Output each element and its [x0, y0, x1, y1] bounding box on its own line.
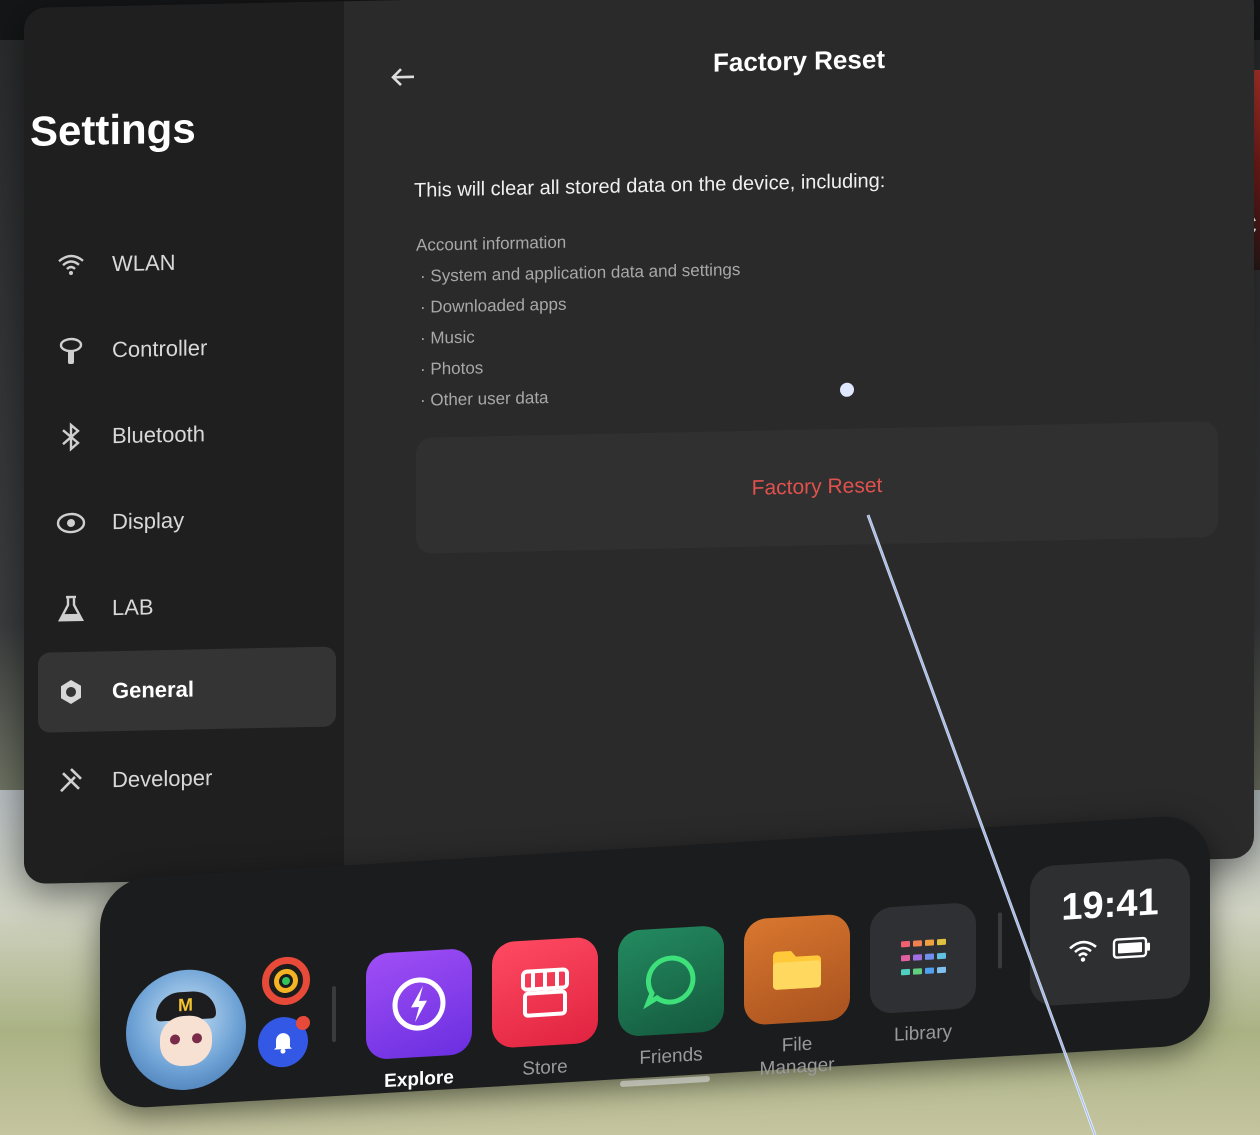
settings-window: Settings WLAN Controller Bluetooth Displ… [24, 0, 1254, 885]
bluetooth-icon [56, 422, 86, 453]
status-icons [1030, 932, 1190, 971]
chat-bubble-icon [618, 924, 724, 1038]
page-title: Factory Reset [713, 43, 885, 78]
dock-app-label: Store [522, 1056, 568, 1080]
avatar[interactable]: M [126, 966, 246, 1094]
sidebar-item-label: WLAN [112, 249, 176, 277]
tools-icon [56, 766, 86, 797]
clock-time: 19:41 [1061, 881, 1159, 929]
sidebar-item-bluetooth[interactable]: Bluetooth [38, 391, 336, 477]
wifi-icon [56, 250, 86, 281]
dock-app-label: Friends [639, 1044, 703, 1069]
pointer-cursor-dot [840, 382, 854, 397]
flask-icon [56, 594, 86, 625]
store-icon [492, 936, 598, 1049]
sidebar-item-label: Controller [112, 335, 208, 363]
avatar-face [160, 1014, 212, 1068]
dock-app-file-manager[interactable]: File Manager [744, 913, 850, 1081]
sidebar: Settings WLAN Controller Bluetooth Displ… [24, 1, 344, 885]
dock-app-label: File Manager [759, 1033, 835, 1080]
sidebar-item-wlan[interactable]: WLAN [38, 219, 336, 305]
dock-app-library[interactable]: Library [870, 901, 976, 1048]
reset-description: This will clear all stored data on the d… [414, 169, 886, 202]
sidebar-item-label: Developer [112, 765, 213, 793]
sidebar-item-display[interactable]: Display [38, 477, 336, 563]
list-item: · Other user data [420, 388, 549, 410]
dock-app-explore[interactable]: Explore [366, 947, 472, 1094]
sidebar-item-label: Bluetooth [112, 421, 205, 449]
sidebar-item-label: LAB [112, 594, 154, 621]
controller-icon [56, 336, 86, 367]
compass-bolt-icon [366, 947, 472, 1061]
dock-app-friends[interactable]: Friends [618, 924, 724, 1071]
sidebar-title: Settings [30, 104, 196, 155]
content-panel: Factory Reset This will clear all stored… [344, 0, 1254, 877]
gear-icon [56, 677, 86, 708]
activity-ring-icon[interactable] [262, 955, 310, 1007]
battery-icon [1112, 935, 1152, 964]
folder-icon [744, 913, 850, 1026]
status-clock-card[interactable]: 19:41 [1030, 857, 1190, 1007]
factory-reset-button[interactable]: Factory Reset [416, 420, 1218, 554]
avatar-badge: M [178, 994, 193, 1016]
sidebar-item-controller[interactable]: Controller [38, 305, 336, 391]
wifi-icon [1068, 938, 1098, 969]
eye-icon [56, 508, 86, 539]
sidebar-item-lab[interactable]: LAB [38, 563, 336, 649]
sidebar-item-label: General [112, 676, 194, 704]
sidebar-item-general[interactable]: General [38, 646, 336, 733]
dock-app-label: Library [893, 1021, 953, 1046]
dock-separator [998, 912, 1002, 969]
notification-bell-icon[interactable] [258, 1015, 310, 1069]
dock-app-store[interactable]: Store [492, 936, 598, 1082]
cleared-data-list: Account information · System and applica… [416, 223, 740, 416]
sidebar-item-label: Display [112, 507, 185, 535]
sidebar-item-developer[interactable]: Developer [38, 735, 336, 821]
notification-badge [296, 1015, 310, 1031]
dock-separator [332, 985, 336, 1043]
grid-dots-icon [870, 901, 976, 1015]
